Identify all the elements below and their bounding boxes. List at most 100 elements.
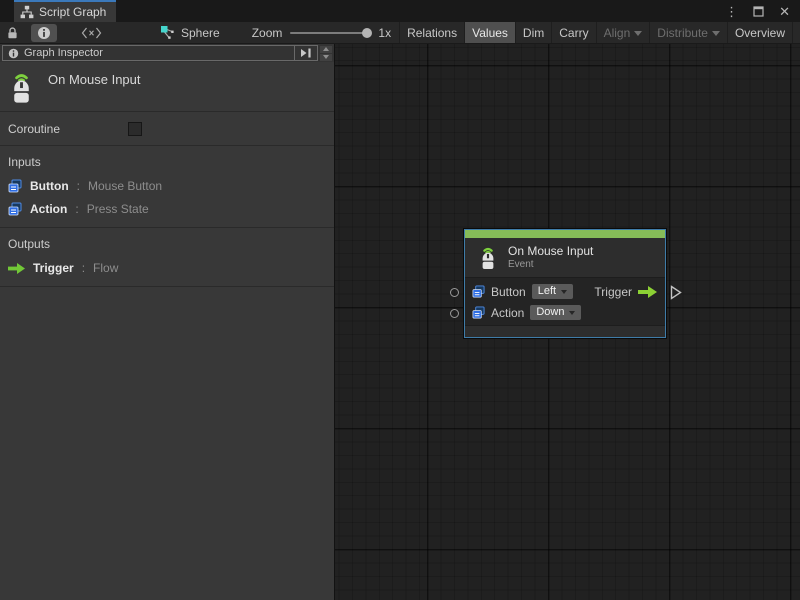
inspector-scrub xyxy=(318,45,334,61)
separator: : xyxy=(75,202,78,216)
node-header[interactable]: On Mouse Input Event xyxy=(465,238,665,278)
close-icon[interactable]: ✕ xyxy=(779,5,790,18)
triangle-up-icon xyxy=(323,47,329,51)
port-type: Flow xyxy=(93,261,118,275)
chevron-down-icon xyxy=(712,31,720,36)
align-label: Align xyxy=(604,26,631,40)
flow-arrow-icon xyxy=(638,286,657,298)
inspector-toggle-button[interactable] xyxy=(25,22,63,43)
info-icon xyxy=(37,26,51,40)
align-button[interactable]: Align xyxy=(596,22,650,43)
event-accent-bar xyxy=(465,230,665,238)
scroll-up-button[interactable] xyxy=(320,46,332,53)
coroutine-label: Coroutine xyxy=(8,122,128,136)
value-port-icon[interactable] xyxy=(472,285,485,298)
carry-label: Carry xyxy=(559,26,588,40)
trigger-label: Trigger xyxy=(594,285,632,299)
unit-title-block: On Mouse Input xyxy=(0,62,334,112)
dim-label: Dim xyxy=(523,26,544,40)
port-type: Press State xyxy=(87,202,149,216)
maximize-icon[interactable] xyxy=(753,6,764,17)
graph-target[interactable]: Sphere xyxy=(120,22,230,43)
value-port-icon xyxy=(8,179,22,193)
node-subtitle: Event xyxy=(508,259,593,271)
zoom-label: Zoom xyxy=(252,26,283,40)
row-label: Action xyxy=(491,306,524,320)
values-button[interactable]: Values xyxy=(464,22,515,43)
window-menu-icon[interactable]: ⋮ xyxy=(725,5,738,18)
inputs-heading: Inputs xyxy=(8,155,334,169)
inspector-header: Graph Inspector xyxy=(0,44,334,62)
lock-icon xyxy=(6,26,19,40)
dropdown-value: Left xyxy=(538,285,556,297)
graph-toolbar: Sphere Zoom 1x Relations Values Dim Carr… xyxy=(0,22,800,44)
relations-label: Relations xyxy=(407,26,457,40)
row-label: Button xyxy=(491,285,526,299)
overview-button[interactable]: Overview xyxy=(727,22,792,43)
value-port-icon[interactable] xyxy=(472,306,485,319)
zoom-control: Zoom 1x xyxy=(230,22,399,43)
inspector-header-box: Graph Inspector xyxy=(2,45,318,61)
distribute-label: Distribute xyxy=(657,26,708,40)
node-footer xyxy=(465,325,665,337)
input-port-action[interactable] xyxy=(450,309,459,318)
button-dropdown[interactable]: Left xyxy=(532,284,573,299)
info-icon xyxy=(8,48,19,59)
port-type: Mouse Button xyxy=(88,179,162,193)
distribute-button[interactable]: Distribute xyxy=(649,22,727,43)
trigger-output[interactable]: Trigger xyxy=(594,285,657,299)
window-controls: ⋮ ✕ xyxy=(725,0,800,22)
code-icon xyxy=(81,27,102,39)
node-row-button: Button Left Trigger xyxy=(465,281,665,302)
tab-script-graph[interactable]: Script Graph xyxy=(14,0,116,22)
relations-button[interactable]: Relations xyxy=(399,22,464,43)
chevron-down-icon xyxy=(634,31,642,36)
port-name: Trigger xyxy=(33,261,74,275)
port-row-button: Button : Mouse Button xyxy=(8,178,334,194)
inputs-section: Inputs Button : Mouse Button xyxy=(0,146,334,228)
zoom-slider-handle[interactable] xyxy=(362,28,372,38)
port-name: Action xyxy=(30,202,67,216)
port-name: Button xyxy=(30,179,69,193)
output-port-trigger[interactable] xyxy=(670,285,682,300)
scroll-down-button[interactable] xyxy=(320,54,332,61)
coroutine-row: Coroutine xyxy=(0,112,334,146)
carry-button[interactable]: Carry xyxy=(551,22,595,43)
tab-bar: Script Graph ⋮ ✕ xyxy=(0,0,800,22)
triangle-down-icon xyxy=(323,55,329,59)
zoom-slider[interactable] xyxy=(290,32,370,34)
dropdown-value: Down xyxy=(536,306,564,318)
mouse-input-icon xyxy=(8,69,35,105)
target-label: Sphere xyxy=(181,26,220,40)
dim-button[interactable]: Dim xyxy=(515,22,551,43)
separator: : xyxy=(77,179,80,193)
outputs-section: Outputs Trigger : Flow xyxy=(0,228,334,287)
graph-inspector-panel: Graph Inspector xyxy=(0,44,335,600)
separator: : xyxy=(82,261,85,275)
node-row-action: Action Down xyxy=(465,302,665,323)
chevron-down-icon xyxy=(569,311,575,315)
full-screen-button[interactable]: Full Screen xyxy=(792,22,800,43)
mouse-input-icon xyxy=(478,244,498,271)
port-row-action: Action : Press State xyxy=(8,201,334,217)
inspector-empty-area xyxy=(0,287,334,600)
script-graph-window: Script Graph ⋮ ✕ xyxy=(0,0,800,600)
action-dropdown[interactable]: Down xyxy=(530,305,581,320)
graph-canvas[interactable]: On Mouse Input Event Button xyxy=(335,44,800,600)
dock-inspector-button[interactable] xyxy=(294,46,317,60)
values-label: Values xyxy=(472,26,508,40)
outputs-heading: Outputs xyxy=(8,237,334,251)
lock-button[interactable] xyxy=(0,22,25,43)
dock-right-icon xyxy=(300,48,312,58)
overview-label: Overview xyxy=(735,26,785,40)
code-preview-button[interactable] xyxy=(63,22,120,43)
coroutine-checkbox[interactable] xyxy=(128,122,142,136)
on-mouse-input-node[interactable]: On Mouse Input Event Button xyxy=(464,229,666,338)
value-port-icon xyxy=(8,202,22,216)
input-port-button[interactable] xyxy=(450,288,459,297)
zoom-value: 1x xyxy=(378,26,391,40)
inspector-title: Graph Inspector xyxy=(24,47,103,59)
unit-title: On Mouse Input xyxy=(48,69,141,111)
graph-icon xyxy=(20,5,34,19)
node-title: On Mouse Input xyxy=(508,244,593,259)
